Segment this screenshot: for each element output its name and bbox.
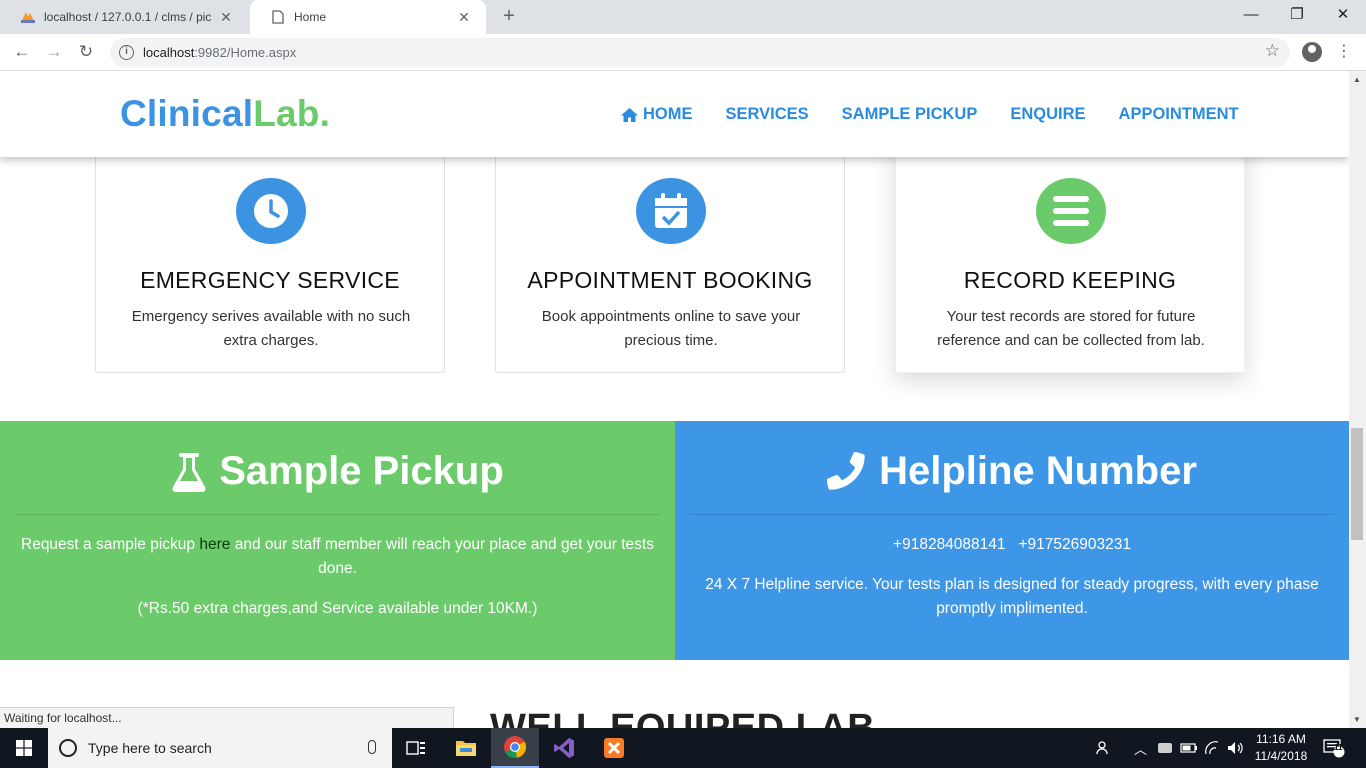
pickup-note: (*Rs.50 extra charges,and Service availa… xyxy=(137,600,538,617)
nav-enquire[interactable]: ENQUIRE xyxy=(1010,105,1085,124)
browser-toolbar: ← → ↻ i localhost:9982/Home.aspx ☆ xyxy=(0,34,1366,71)
browser-tab-strip: localhost / 127.0.0.1 / clms / pickup ✕ … xyxy=(0,0,1366,34)
nav-appointment[interactable]: APPOINTMENT xyxy=(1119,105,1239,124)
helpline-section: Helpline Number +918284088141 +917526903… xyxy=(675,421,1349,660)
browser-menu-icon[interactable]: ⋮ xyxy=(1336,42,1352,62)
tab-title: Home xyxy=(294,10,327,24)
people-icon[interactable] xyxy=(1096,728,1112,768)
browser-tab-home[interactable]: Home ✕ xyxy=(250,0,486,34)
volume-icon[interactable] xyxy=(1227,728,1245,768)
wifi-icon[interactable] xyxy=(1204,728,1220,768)
info-icon[interactable]: i xyxy=(119,45,134,60)
page-icon xyxy=(270,9,286,25)
minimize-button[interactable]: — xyxy=(1228,0,1274,30)
service-text: Emergency serives available with no such… xyxy=(131,308,411,349)
flask-icon xyxy=(172,452,206,492)
clock-time: 11:16 AM xyxy=(1256,732,1306,746)
clock-icon xyxy=(236,178,306,244)
back-button[interactable]: ← xyxy=(10,40,34,64)
service-title: RECORD KEEPING xyxy=(963,267,1177,293)
notification-count: 11 xyxy=(1334,743,1343,752)
divider xyxy=(15,514,660,515)
reload-button[interactable]: ↻ xyxy=(74,40,98,64)
pickup-here-link[interactable]: here xyxy=(199,536,230,553)
page-scrollbar[interactable]: ▲ ▼ xyxy=(1349,71,1366,728)
divider xyxy=(690,514,1334,515)
restore-button[interactable]: ❐ xyxy=(1274,0,1320,30)
service-text: Your test records are stored for future … xyxy=(937,308,1205,349)
nav-services[interactable]: SERVICES xyxy=(726,105,809,124)
close-window-button[interactable]: ✕ xyxy=(1320,0,1366,30)
section-title: Sample Pickup xyxy=(0,449,675,494)
service-title: EMERGENCY SERVICE xyxy=(140,267,400,293)
taskbar-clock[interactable]: 11:16 AM 11/4/2018 xyxy=(1250,731,1312,765)
windows-logo-icon xyxy=(16,740,32,756)
address-bar[interactable]: i localhost:9982/Home.aspx ☆ xyxy=(110,38,1290,67)
scrollbar-thumb[interactable] xyxy=(1351,428,1363,540)
cortana-icon xyxy=(59,739,77,757)
next-section-title: WELL EQUIPED LAB xyxy=(490,707,876,728)
nav-home[interactable]: HOME xyxy=(620,105,693,124)
site-logo[interactable]: ClinicalLab. xyxy=(120,93,330,135)
home-icon xyxy=(621,107,638,122)
tab-title: localhost / 127.0.0.1 / clms / pickup xyxy=(44,10,212,24)
site-navbar: ClinicalLab. HOME SERVICES SAMPLE PICKUP… xyxy=(0,71,1349,157)
service-title: APPOINTMENT BOOKING xyxy=(527,267,813,293)
chrome-icon[interactable] xyxy=(491,728,539,768)
url-text: localhost:9982/Home.aspx xyxy=(143,45,297,60)
show-hidden-icons-chevron-icon[interactable]: ︿ xyxy=(1134,728,1147,768)
helpline-text: 24 X 7 Helpline service. Your tests plan… xyxy=(705,576,1319,617)
taskbar-search-box[interactable]: Type here to search xyxy=(48,728,392,768)
service-card-emergency: EMERGENCY SERVICE Emergency serives avai… xyxy=(95,141,445,373)
onedrive-icon[interactable] xyxy=(1157,728,1173,768)
close-tab-icon[interactable]: ✕ xyxy=(218,9,234,25)
service-card-appointment: APPOINTMENT BOOKING Book appointments on… xyxy=(495,141,845,373)
battery-icon[interactable] xyxy=(1180,728,1198,768)
xampp-icon[interactable] xyxy=(590,728,638,768)
calendar-check-icon xyxy=(636,178,706,244)
forward-button[interactable]: → xyxy=(42,40,66,64)
helpline-numbers: +918284088141 +917526903231 xyxy=(893,536,1131,553)
action-center-icon[interactable]: 11 xyxy=(1323,728,1345,768)
file-explorer-icon[interactable] xyxy=(442,728,490,768)
start-button[interactable] xyxy=(0,728,48,768)
browser-tab-phpmyadmin[interactable]: localhost / 127.0.0.1 / clms / pickup ✕ xyxy=(0,0,248,34)
microphone-icon[interactable] xyxy=(368,740,376,754)
page-viewport: ClinicalLab. HOME SERVICES SAMPLE PICKUP… xyxy=(0,71,1349,728)
browser-status-bubble: Waiting for localhost... xyxy=(0,707,454,728)
service-card-records: RECORD KEEPING Your test records are sto… xyxy=(895,141,1245,373)
close-tab-icon[interactable]: ✕ xyxy=(456,9,472,25)
windows-taskbar: Type here to search ︿ 11:16 AM 11/4/2018… xyxy=(0,728,1366,768)
list-icon xyxy=(1036,178,1106,244)
service-text: Book appointments online to save your pr… xyxy=(541,308,801,349)
scroll-down-arrow-icon[interactable]: ▼ xyxy=(1353,715,1361,724)
nav-sample-pickup[interactable]: SAMPLE PICKUP xyxy=(842,105,978,124)
profile-avatar-icon[interactable] xyxy=(1302,42,1322,62)
pickup-text: Request a sample pickup here and our sta… xyxy=(21,536,654,577)
scroll-up-arrow-icon[interactable]: ▲ xyxy=(1353,75,1361,84)
phone-icon xyxy=(827,451,865,490)
section-title: Helpline Number xyxy=(675,449,1349,494)
search-placeholder: Type here to search xyxy=(88,740,212,756)
site-menu: HOME SERVICES SAMPLE PICKUP ENQUIRE APPO… xyxy=(620,105,1239,124)
new-tab-button[interactable]: + xyxy=(498,6,520,28)
visual-studio-icon[interactable] xyxy=(540,728,588,768)
task-view-icon[interactable] xyxy=(392,728,440,768)
clock-date: 11/4/2018 xyxy=(1254,749,1308,763)
phpmyadmin-icon xyxy=(20,9,36,25)
bookmark-star-icon[interactable]: ☆ xyxy=(1265,41,1280,61)
sample-pickup-section: Sample Pickup Request a sample pickup he… xyxy=(0,421,675,660)
